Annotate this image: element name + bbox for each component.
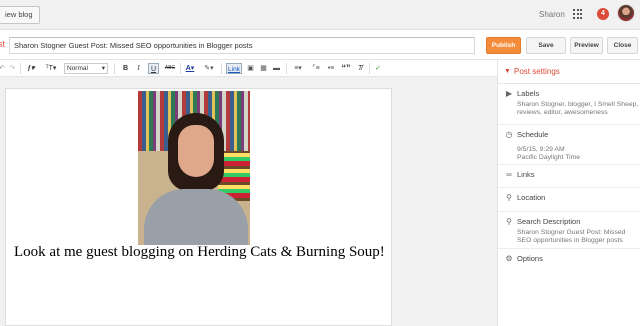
section-value: Sharon Stogner Guest Post: Missed SEO op…: [517, 229, 626, 244]
section-title: Schedule: [517, 130, 549, 139]
highlight-color-icon[interactable]: ✎▾: [202, 63, 216, 74]
numbered-list-icon[interactable]: ⌜≡: [311, 63, 321, 74]
post-label: st: [0, 39, 6, 49]
sidebar-section-links[interactable]: ∞ Links: [498, 165, 640, 188]
post-settings-sidebar: ▼ Post settings ▶ Labels Sharon Stogner,…: [497, 60, 640, 326]
text-color-icon[interactable]: A▾: [184, 63, 196, 74]
view-blog-button[interactable]: iew blog: [0, 6, 40, 24]
gear-icon: ⚙: [505, 254, 513, 263]
user-name[interactable]: Sharon: [539, 10, 565, 19]
collapse-caret-icon: ▼: [504, 68, 511, 75]
apps-grid-icon[interactable]: [573, 9, 583, 19]
search-icon: ⚲: [506, 217, 512, 226]
sidebar-section-location[interactable]: ⚲ Location: [498, 188, 640, 212]
format-select[interactable]: Normal ▾: [64, 63, 108, 74]
italic-button[interactable]: I: [134, 63, 143, 74]
sidebar-section-schedule[interactable]: ◷ Schedule 9/5/15, 9:29 AM Pacific Dayli…: [498, 125, 640, 165]
close-button[interactable]: Close: [607, 37, 638, 54]
post-settings-header[interactable]: ▼ Post settings: [498, 60, 640, 84]
location-pin-icon: ⚲: [506, 193, 512, 202]
notification-badge[interactable]: 4: [597, 8, 609, 20]
sidebar-section-search-description[interactable]: ⚲ Search Description Sharon Stogner Gues…: [498, 212, 640, 249]
link-button[interactable]: Link: [226, 63, 242, 74]
bold-button[interactable]: B: [121, 63, 130, 74]
top-bar: iew blog Sharon 4: [0, 0, 640, 30]
remove-formatting-button[interactable]: T̸: [355, 63, 365, 74]
font-family-icon[interactable]: ƒ▾: [24, 63, 38, 74]
underline-button[interactable]: U: [148, 63, 159, 74]
insert-jump-break-icon[interactable]: ▬: [272, 63, 281, 74]
post-image[interactable]: [138, 91, 250, 245]
section-title: Search Description: [517, 217, 581, 226]
publish-button[interactable]: Publish: [486, 37, 521, 54]
quote-button[interactable]: “”: [341, 63, 351, 74]
post-title-row: st Publish Save Preview Close: [0, 30, 640, 60]
section-title: Options: [517, 254, 543, 263]
undo-icon[interactable]: ↶: [0, 63, 6, 74]
editor-toolbar: ↶ ↷ ƒ▾ ᵀT▾ Normal ▾ B I U ABC A▾ ✎▾ Link …: [0, 60, 497, 77]
save-button[interactable]: Save: [526, 37, 566, 54]
font-size-icon[interactable]: ᵀT▾: [42, 63, 60, 74]
spellcheck-icon[interactable]: ✓: [373, 63, 383, 74]
section-value: Sharon Stogner, blogger, I Smell Sheep, …: [517, 101, 639, 116]
format-select-value: Normal: [67, 65, 88, 72]
strikethrough-button[interactable]: ABC: [163, 63, 177, 74]
sidebar-section-options[interactable]: ⚙ Options: [498, 249, 640, 271]
alignment-icon[interactable]: ≡▾: [291, 63, 305, 74]
section-title: Location: [517, 193, 546, 202]
redo-icon[interactable]: ↷: [8, 63, 16, 74]
label-tag-icon: ▶: [505, 89, 513, 98]
insert-image-icon[interactable]: ▣: [246, 63, 255, 74]
post-title-input[interactable]: [9, 37, 475, 54]
sidebar-section-labels[interactable]: ▶ Labels Sharon Stogner, blogger, I Smel…: [498, 84, 640, 125]
section-title: Links: [517, 170, 535, 179]
post-body-text[interactable]: Look at me guest blogging on Herding Cat…: [14, 244, 385, 261]
avatar[interactable]: [617, 4, 635, 22]
insert-video-icon[interactable]: ▦: [259, 63, 268, 74]
bulleted-list-icon[interactable]: •≡: [326, 63, 336, 74]
clock-icon: ◷: [505, 130, 513, 139]
preview-button[interactable]: Preview: [570, 37, 603, 54]
post-settings-title: Post settings: [514, 67, 560, 76]
schedule-date: 9/5/15, 9:29 AM: [517, 146, 565, 153]
section-title: Labels: [517, 89, 540, 98]
schedule-timezone: Pacific Daylight Time: [517, 154, 581, 161]
link-chain-icon: ∞: [506, 170, 512, 179]
